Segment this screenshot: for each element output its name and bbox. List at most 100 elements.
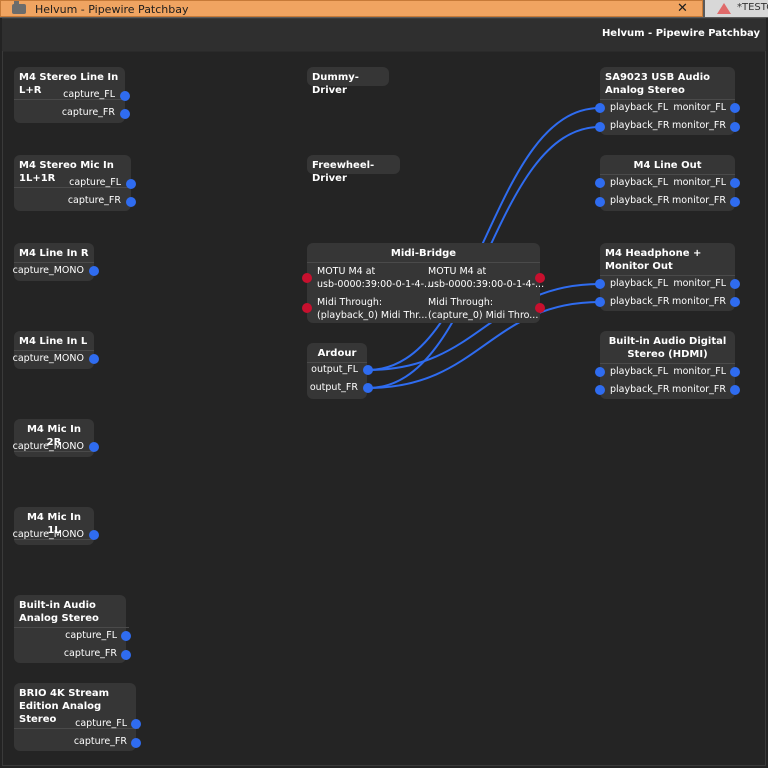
port-dot[interactable] (363, 365, 373, 375)
port-dot[interactable] (89, 530, 99, 540)
node-ardour[interactable]: Ardour output_FL output_FR (307, 343, 367, 399)
port-dot[interactable] (595, 178, 605, 188)
node-m4-stereo-line-in[interactable]: M4 Stereo Line In L+R capture_FL capture… (14, 67, 125, 123)
port-dot[interactable] (730, 103, 740, 113)
port-monitor-fr: monitor_FR (672, 296, 726, 307)
port-capture-fr: capture_FR (63, 648, 117, 659)
node-m4-headphone[interactable]: M4 Headphone + Monitor Out playback_FL p… (600, 243, 735, 311)
header-bar: Helvum - Pipewire Patchbay (2, 19, 766, 51)
port-capture-fr: capture_FR (73, 736, 127, 747)
port-capture-fl: capture_FL (75, 718, 127, 729)
node-dummy-driver[interactable]: Dummy-Driver (307, 67, 389, 96)
node-title: M4 Headphone + Monitor Out (600, 243, 735, 276)
node-sa9023[interactable]: SA9023 USB Audio Analog Stereo playback_… (600, 67, 735, 135)
port-dot[interactable] (120, 109, 130, 119)
midi-out-port-line1: MOTU M4 at (428, 266, 487, 277)
port-playback-fr: playback_FR (610, 195, 670, 206)
port-dot[interactable] (120, 91, 130, 101)
port-dot[interactable] (730, 197, 740, 207)
warning-icon (717, 3, 731, 14)
node-title: Ardour (307, 343, 367, 363)
port-playback-fl: playback_FL (610, 177, 669, 188)
port-dot[interactable] (595, 103, 605, 113)
window-title: Helvum - Pipewire Patchbay (601, 28, 760, 39)
port-capture-mono: capture_MONO (12, 529, 84, 540)
port-output-fr: output_FR (309, 382, 358, 393)
port-capture-fr: capture_FR (67, 195, 121, 206)
port-dot[interactable] (595, 385, 605, 395)
port-capture-mono: capture_MONO (12, 265, 84, 276)
port-dot[interactable] (126, 197, 136, 207)
node-brio[interactable]: BRIO 4K Stream Edition Analog Stereo cap… (14, 683, 139, 751)
node-title: SA9023 USB Audio Analog Stereo (600, 67, 735, 100)
port-monitor-fl: monitor_FL (673, 177, 726, 188)
midi-in-port-line2: usb-0000:39:00-0-1-4-... (317, 279, 434, 290)
midi-out-port-line2: usb-0000:39:00-0-1-4-... (428, 279, 545, 290)
port-dot[interactable] (595, 122, 605, 132)
port-dot[interactable] (730, 279, 740, 289)
port-capture-fl: capture_FL (69, 177, 121, 188)
node-title: Freewheel-Driver (312, 160, 375, 184)
node-m4-line-out[interactable]: M4 Line Out playback_FL playback_FR moni… (600, 155, 735, 211)
node-title: Built-in Audio Digital Stereo (HDMI) (600, 331, 735, 364)
port-dot[interactable] (89, 266, 99, 276)
midi-port-dot[interactable] (535, 273, 545, 283)
port-monitor-fl: monitor_FL (673, 102, 726, 113)
node-m4-mic-in-2r[interactable]: M4 Mic In 2R capture_MONO (13, 419, 94, 457)
node-builtin-hdmi[interactable]: Built-in Audio Digital Stereo (HDMI) pla… (600, 331, 735, 399)
node-m4-stereo-mic-in[interactable]: M4 Stereo Mic In 1L+1R capture_FL captur… (14, 155, 131, 211)
midi-in-port-line1: MOTU M4 at (317, 266, 376, 277)
port-playback-fl: playback_FL (610, 102, 669, 113)
midi-out-port-line2: (capture_0) Midi Thro... (428, 310, 539, 321)
port-dot[interactable] (730, 367, 740, 377)
port-playback-fl: playback_FL (610, 278, 669, 289)
port-monitor-fl: monitor_FL (673, 278, 726, 289)
port-playback-fl: playback_FL (610, 366, 669, 377)
port-dot[interactable] (730, 178, 740, 188)
tab-other[interactable]: *TESTC (705, 0, 768, 17)
port-monitor-fl: monitor_FL (673, 366, 726, 377)
midi-out-port-line1: Midi Through: (428, 297, 494, 308)
port-dot[interactable] (126, 179, 136, 189)
port-dot[interactable] (595, 197, 605, 207)
midi-in-port-line1: Midi Through: (317, 297, 383, 308)
port-monitor-fr: monitor_FR (672, 195, 726, 206)
tab-bar: Helvum - Pipewire Patchbay ✕ *TESTC (0, 0, 768, 18)
tab-helvum[interactable]: Helvum - Pipewire Patchbay ✕ (0, 0, 703, 17)
port-dot[interactable] (121, 631, 131, 641)
port-dot[interactable] (595, 279, 605, 289)
midi-port-dot[interactable] (302, 303, 312, 313)
midi-in-port-line2: (playback_0) Midi Thr... (317, 310, 428, 321)
node-title: Built-in Audio Analog Stereo (14, 595, 129, 628)
port-dot[interactable] (595, 297, 605, 307)
port-capture-mono: capture_MONO (12, 353, 84, 364)
port-dot[interactable] (730, 122, 740, 132)
port-playback-fr: playback_FR (610, 120, 670, 131)
port-playback-fr: playback_FR (610, 296, 670, 307)
port-dot[interactable] (89, 442, 99, 452)
node-midi-bridge[interactable]: Midi-Bridge MOTU M4 at usb-0000:39:00-0-… (307, 243, 544, 323)
port-monitor-fr: monitor_FR (672, 384, 726, 395)
port-dot[interactable] (730, 385, 740, 395)
node-builtin-analog[interactable]: Built-in Audio Analog Stereo capture_FL … (14, 595, 129, 663)
tab-other-label: *TESTC (737, 2, 768, 13)
node-m4-mic-in-1l[interactable]: M4 Mic In 1L capture_MONO (12, 507, 94, 545)
port-capture-fl: capture_FL (65, 630, 117, 641)
port-dot[interactable] (363, 383, 373, 393)
port-playback-fr: playback_FR (610, 384, 670, 395)
midi-port-dot[interactable] (535, 303, 545, 313)
midi-port-dot[interactable] (302, 273, 312, 283)
port-dot[interactable] (131, 738, 141, 748)
port-dot[interactable] (89, 354, 99, 364)
node-freewheel-driver[interactable]: Freewheel-Driver (307, 155, 400, 184)
node-m4-line-in-r[interactable]: M4 Line In R capture_MONO (12, 243, 94, 281)
port-dot[interactable] (131, 719, 141, 729)
close-icon[interactable]: ✕ (677, 1, 688, 16)
port-dot[interactable] (595, 367, 605, 377)
port-dot[interactable] (121, 650, 131, 660)
port-capture-fl: capture_FL (63, 89, 115, 100)
node-title: Midi-Bridge (307, 243, 540, 263)
port-dot[interactable] (730, 297, 740, 307)
node-title: M4 Line Out (600, 155, 735, 175)
node-m4-line-in-l[interactable]: M4 Line In L capture_MONO (12, 331, 94, 369)
